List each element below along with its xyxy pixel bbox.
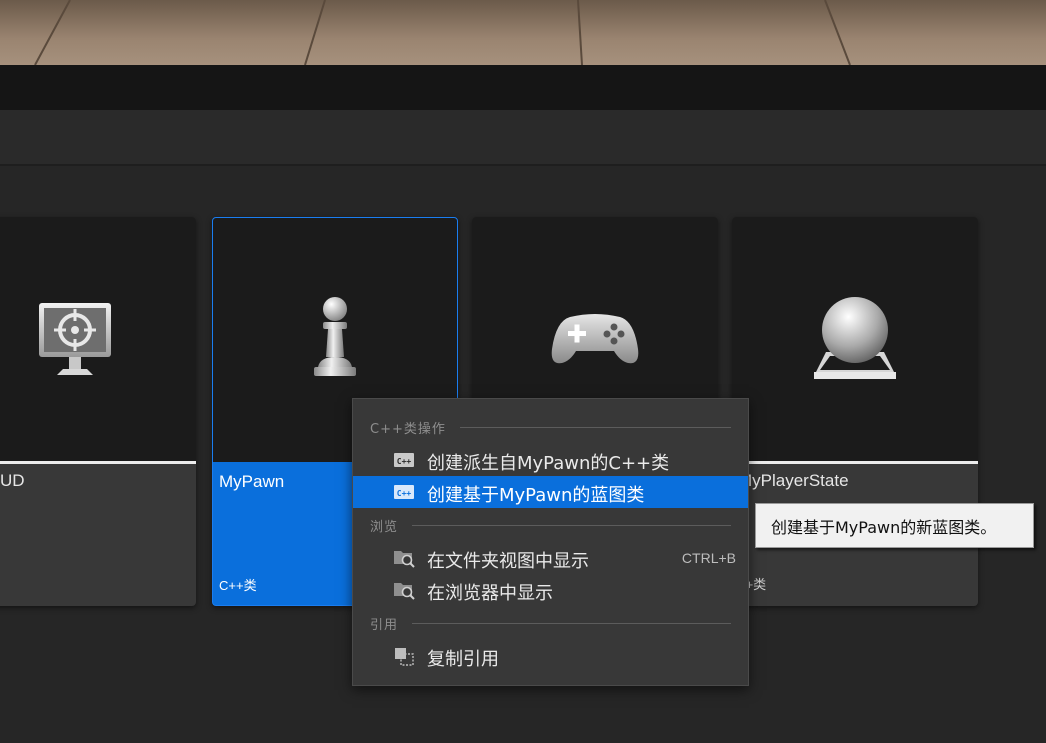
gamepad-icon	[551, 314, 639, 364]
section-heading: 引用	[370, 617, 399, 633]
folder-search-icon	[394, 551, 415, 568]
section-heading: 浏览	[370, 519, 399, 535]
menu-section-reference: 引用	[370, 613, 731, 633]
asset-name: UD	[0, 471, 25, 490]
menu-item-label: 创建派生自MyPawn的C++类	[427, 453, 670, 474]
monitor-target-icon	[39, 303, 111, 375]
svg-text:C++: C++	[397, 457, 412, 466]
pawn-icon	[314, 297, 356, 376]
asset-name: MyPawn	[219, 472, 285, 491]
copy-icon	[395, 648, 414, 666]
menu-section-cpp-actions: C++类操作	[370, 417, 731, 437]
tile-divider	[0, 461, 196, 464]
section-divider	[412, 524, 731, 526]
folder-search-icon	[394, 583, 415, 600]
menu-item-label: 在浏览器中显示	[427, 583, 553, 604]
asset-tile-hud[interactable]: UD	[0, 217, 196, 606]
menu-item-label: 在文件夹视图中显示	[427, 551, 589, 572]
asset-name: MyPlayerState	[738, 471, 849, 490]
section-divider	[412, 622, 731, 624]
menu-item-create-derived-cpp[interactable]: C++ 创建派生自MyPawn的C++类	[353, 444, 748, 476]
menu-item-show-in-folder[interactable]: 在文件夹视图中显示 CTRL+B	[353, 542, 748, 574]
menu-item-create-blueprint[interactable]: C++ 创建基于MyPawn的蓝图类	[353, 476, 748, 508]
asset-thumbnail	[732, 217, 978, 461]
asset-type: C++类	[219, 578, 257, 593]
sphere-pedestal-icon	[814, 297, 896, 379]
menu-item-copy-reference[interactable]: 复制引用	[353, 640, 748, 672]
content-browser-toolbar	[0, 110, 1046, 166]
menu-section-browse: 浏览	[370, 515, 731, 535]
cpp-file-icon: C++	[394, 453, 414, 467]
tile-divider	[732, 461, 978, 464]
section-heading: C++类操作	[370, 421, 446, 437]
menu-item-label: 创建基于MyPawn的蓝图类	[427, 485, 645, 506]
context-menu: C++类操作 C++ 创建派生自MyPawn的C++类 C++ 创建基于MyPa…	[352, 398, 749, 686]
menu-item-show-in-browser[interactable]: 在浏览器中显示	[353, 574, 748, 606]
top-bar	[0, 65, 1046, 110]
asset-thumbnail	[0, 217, 196, 461]
menu-item-shortcut: CTRL+B	[681, 550, 736, 566]
menu-item-label: 复制引用	[427, 649, 499, 670]
tooltip: 创建基于MyPawn的新蓝图类。	[755, 503, 1034, 548]
cpp-file-icon: C++	[394, 485, 414, 499]
viewport-floor	[0, 0, 1046, 65]
section-divider	[459, 426, 731, 428]
svg-text:C++: C++	[397, 489, 412, 498]
